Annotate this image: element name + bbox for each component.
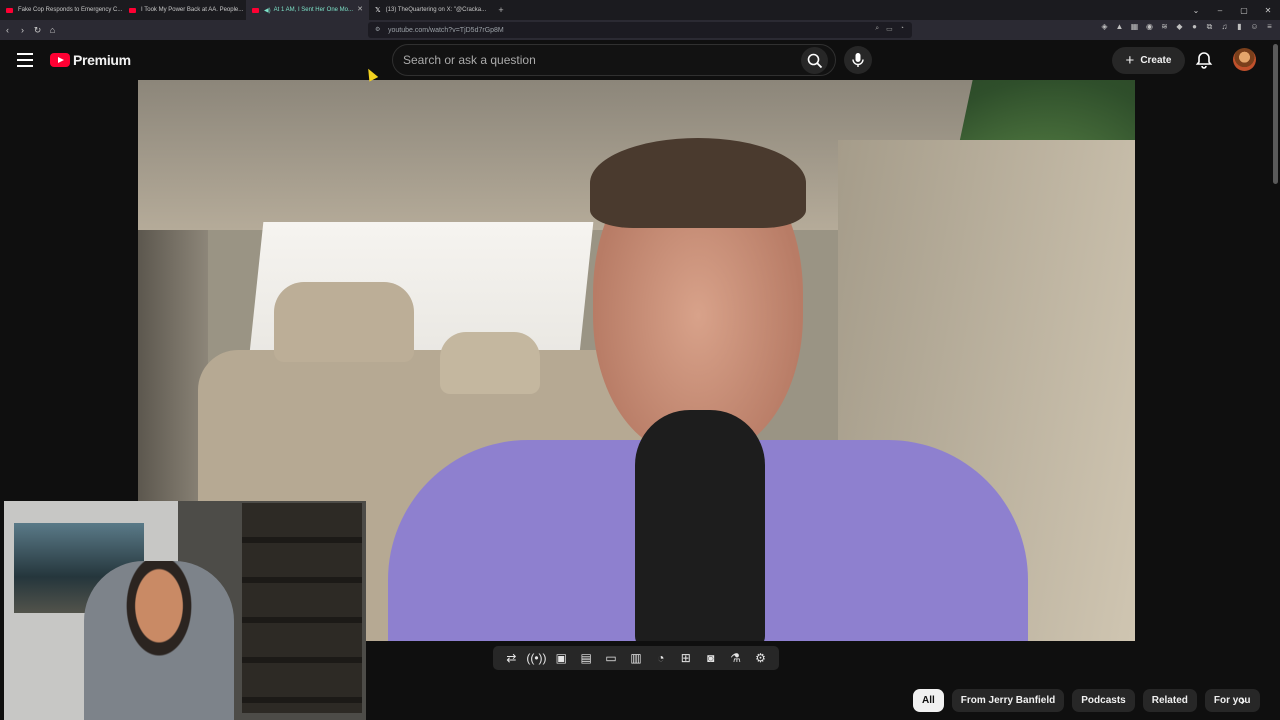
notifications-button[interactable] xyxy=(1194,50,1214,70)
browser-tab-title: Fake Cop Responds to Emergency C... xyxy=(18,7,123,13)
youtube-favicon-icon xyxy=(129,7,136,13)
minimize-icon[interactable]: – xyxy=(1208,6,1232,15)
miniplayer-icon[interactable]: ▥ xyxy=(626,651,646,665)
extension-dot-icon[interactable]: ● xyxy=(1190,22,1199,32)
plus-icon: + xyxy=(1125,51,1135,69)
browser-tab-title: I Took My Power Back at AA. People... xyxy=(141,7,244,13)
logo-text: Premium xyxy=(73,52,131,68)
extension-bars-icon[interactable]: ▮ xyxy=(1235,22,1244,32)
cast-icon[interactable]: ▭ xyxy=(886,25,893,33)
browser-tab-4[interactable]: 𝕏 (13) TheQuartering on X: "@Cracka... xyxy=(369,0,492,20)
chapters-icon[interactable]: ▤ xyxy=(576,651,596,665)
webcam-overlay xyxy=(4,501,366,720)
tab-list-icon[interactable]: ⌄ xyxy=(1184,6,1208,15)
webcam-person xyxy=(84,561,234,720)
chip-from-jerry-banfield[interactable]: From Jerry Banfield xyxy=(951,689,1065,712)
video-frame-microphone xyxy=(635,410,765,641)
webcam-bookshelf xyxy=(242,503,362,713)
youtube-favicon-icon xyxy=(6,7,13,13)
youtube-play-icon xyxy=(50,53,70,67)
url-text: youtube.com/watch?v=TjD5d7rGp8M xyxy=(388,26,504,34)
reload-icon[interactable]: ↻ xyxy=(30,25,45,36)
voice-search-button[interactable] xyxy=(844,46,872,74)
search-button[interactable] xyxy=(801,47,828,74)
extension-grid-icon[interactable]: ▦ xyxy=(1130,22,1139,32)
microphone-icon xyxy=(852,53,864,67)
speed-icon[interactable]: ◔ xyxy=(651,651,671,665)
loop-icon[interactable]: ⇄ xyxy=(501,651,521,665)
browser-menu-icon[interactable]: ≡ xyxy=(1265,22,1274,32)
hamburger-menu-icon[interactable] xyxy=(17,53,33,67)
theater-icon[interactable]: ▭ xyxy=(601,651,621,665)
x-favicon-icon: 𝕏 xyxy=(375,6,381,14)
extension-face-icon[interactable]: ☺ xyxy=(1250,22,1259,32)
player-extra-controls: ⇄ ((•)) ▣ ▤ ▭ ▥ ◔ ⊞ ◙ ⚗ ⚙ xyxy=(493,646,779,670)
site-info-icon[interactable]: ⚙ xyxy=(375,26,380,33)
maximize-icon[interactable]: ▢ xyxy=(1232,6,1256,15)
extension-icons: ◈ ▲ ▦ ◉ ≋ ◆ ● ⧉ ♫ ▮ ☺ ≡ xyxy=(1100,22,1274,32)
chip-all[interactable]: All xyxy=(913,689,944,712)
browser-tab-title: At 1 AM, I Sent Her One Mo... xyxy=(273,7,353,13)
extension-warning-icon[interactable]: ▲ xyxy=(1115,22,1124,32)
live-icon[interactable]: ((•)) xyxy=(526,651,546,665)
extension-shield-icon[interactable]: ◈ xyxy=(1100,22,1109,32)
settings-icon[interactable]: ⚙ xyxy=(751,651,771,665)
address-bar[interactable]: ⚙ youtube.com/watch?v=TjD5d7rGp8M ⌕ ▭ ◔ xyxy=(368,22,912,38)
youtube-header: Premium + Create xyxy=(0,40,1280,80)
video-frame-headrest-middle xyxy=(440,332,540,394)
forward-icon[interactable]: › xyxy=(15,25,30,35)
extension-puzzle-icon[interactable]: ⧉ xyxy=(1205,22,1214,32)
close-window-icon[interactable]: ✕ xyxy=(1256,6,1280,15)
chevron-right-icon[interactable]: › xyxy=(1234,692,1252,710)
rss-icon[interactable]: ◔ xyxy=(900,25,904,33)
zoom-icon[interactable]: ⌕ xyxy=(875,25,879,33)
screen-icon[interactable]: ▣ xyxy=(551,651,571,665)
extension-music-icon[interactable]: ♫ xyxy=(1220,22,1229,32)
recommendation-chips: All From Jerry Banfield Podcasts Related… xyxy=(913,689,1260,712)
browser-tab-title: (13) TheQuartering on X: "@Cracka... xyxy=(385,7,487,13)
page-scrollbar[interactable] xyxy=(1273,44,1278,184)
youtube-favicon-icon xyxy=(252,7,259,13)
bell-icon xyxy=(1195,52,1213,69)
chip-related[interactable]: Related xyxy=(1142,689,1197,712)
search-icon xyxy=(807,53,822,68)
browser-tab-2[interactable]: I Took My Power Back at AA. People... xyxy=(123,0,246,20)
back-icon[interactable]: ‹ xyxy=(0,25,15,35)
create-label: Create xyxy=(1140,55,1172,66)
extension-chrome-icon[interactable]: ◉ xyxy=(1145,22,1154,32)
screenshot-icon[interactable]: ◙ xyxy=(701,651,721,665)
create-button[interactable]: + Create xyxy=(1112,47,1185,74)
browser-toolbar: ‹ › ↻ ⌂ ⚙ youtube.com/watch?v=TjD5d7rGp8… xyxy=(0,20,1280,54)
extension-vpn-icon[interactable]: ◆ xyxy=(1175,22,1184,32)
video-frame-headrest-left xyxy=(274,282,414,362)
video-frame-hair xyxy=(590,138,806,228)
window-controls: ⌄ – ▢ ✕ xyxy=(1184,0,1280,20)
search-box xyxy=(392,44,836,76)
new-tab-button[interactable]: + xyxy=(492,5,510,15)
speaker-icon[interactable]: ◀) xyxy=(264,7,271,14)
youtube-premium-logo[interactable]: Premium xyxy=(50,52,131,68)
url-action-icons: ⌕ ▭ ◔ xyxy=(875,25,904,33)
browser-tab-strip: Fake Cop Responds to Emergency C... I To… xyxy=(0,0,1280,20)
chip-podcasts[interactable]: Podcasts xyxy=(1072,689,1135,712)
home-icon[interactable]: ⌂ xyxy=(45,25,60,35)
browser-tab-3-active[interactable]: ◀) At 1 AM, I Sent Her One Mo... ✕ xyxy=(246,0,369,20)
add-icon[interactable]: ⊞ xyxy=(676,651,696,665)
account-avatar[interactable] xyxy=(1233,48,1256,71)
flask-icon[interactable]: ⚗ xyxy=(726,651,746,665)
search-input[interactable] xyxy=(403,53,783,67)
close-tab-icon[interactable]: ✕ xyxy=(357,5,363,13)
extension-wave-icon[interactable]: ≋ xyxy=(1160,22,1169,32)
browser-tab-1[interactable]: Fake Cop Responds to Emergency C... xyxy=(0,0,123,20)
